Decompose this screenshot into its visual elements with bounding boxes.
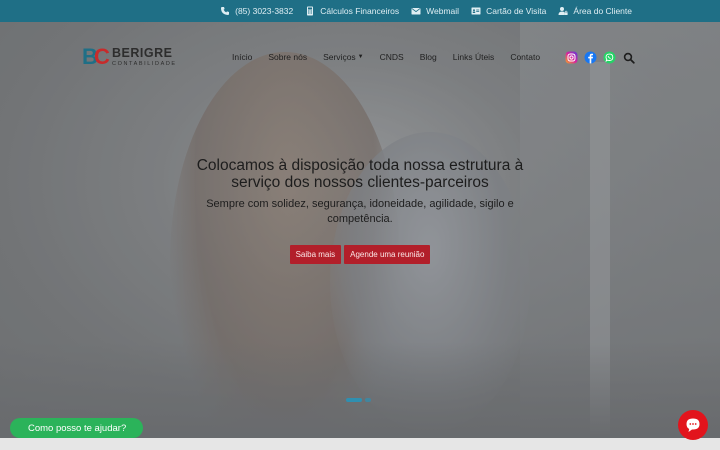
hero-buttons: Saiba mais Agende uma reunião (190, 245, 530, 264)
bottom-strip (0, 438, 720, 450)
chat-icon (686, 418, 700, 432)
calculator-icon (307, 6, 314, 16)
id-card-icon (471, 7, 481, 15)
top-contact-bar: (85) 3023-3832 Cálculos Financeiros Webm… (0, 0, 720, 22)
calc-text: Cálculos Financeiros (320, 6, 400, 16)
webmail-link[interactable]: Webmail (411, 6, 459, 16)
schedule-meeting-button[interactable]: Agende uma reunião (344, 245, 431, 264)
phone-text: (85) 3023-3832 (235, 6, 294, 16)
chat-bubble-button[interactable] (678, 410, 708, 440)
hero-subtitle: Sempre com solidez, segurança, idoneidad… (206, 198, 514, 225)
carousel-dot[interactable] (365, 398, 371, 402)
calc-link[interactable]: Cálculos Financeiros (305, 6, 399, 16)
mail-icon (411, 8, 421, 15)
nav-item-inicio[interactable]: Início (232, 52, 252, 62)
webmail-text: Webmail (426, 6, 460, 16)
logo-mark-c: C (94, 44, 110, 69)
card-link[interactable]: Cartão de Visita (471, 6, 546, 16)
main-menu: Início Sobre nós Serviços ▼ CNDS Blog Li… (232, 52, 540, 62)
learn-more-button[interactable]: Saiba mais (289, 245, 342, 264)
nav-item-contato[interactable]: Contato (510, 52, 540, 62)
hero-content: Colocamos à disposição toda nossa estrut… (190, 157, 530, 264)
nav-item-servicos[interactable]: Serviços ▼ (323, 52, 364, 62)
search-icon[interactable] (622, 51, 635, 64)
nav-item-servicos-label: Serviços (323, 52, 356, 62)
logo-words: BERIGRE CONTABILIDADE (112, 45, 177, 68)
logo-tagline: CONTABILIDADE (112, 60, 177, 67)
main-navbar: B C BERIGRE CONTABILIDADE Início Sobre n… (0, 22, 720, 92)
whatsapp-chat-button[interactable]: Como posso te ajudar? (10, 418, 143, 438)
client-area-link[interactable]: Área do Cliente (558, 6, 632, 16)
carousel-indicators (346, 398, 371, 402)
instagram-icon[interactable] (565, 51, 578, 64)
site-logo[interactable]: B C BERIGRE CONTABILIDADE (82, 42, 182, 72)
user-lock-icon (558, 7, 569, 15)
phone-icon (221, 7, 230, 15)
nav-item-links[interactable]: Links Úteis (453, 52, 495, 62)
whatsapp-icon[interactable] (603, 51, 616, 64)
chevron-down-icon: ▼ (357, 54, 364, 60)
carousel-dot-active[interactable] (346, 398, 362, 402)
client-text: Área do Cliente (573, 6, 632, 16)
phone-link[interactable]: (85) 3023-3832 (220, 6, 293, 16)
social-icons (565, 51, 635, 64)
card-text: Cartão de Visita (486, 6, 547, 16)
nav-item-blog[interactable]: Blog (420, 52, 437, 62)
nav-item-sobre[interactable]: Sobre nós (268, 52, 307, 62)
hero-title: Colocamos à disposição toda nossa estrut… (196, 157, 524, 191)
facebook-icon[interactable] (584, 51, 597, 64)
nav-item-cnds[interactable]: CNDS (380, 52, 404, 62)
chat-pill-label: Como posso te ajudar? (28, 422, 127, 434)
logo-name: BERIGRE (112, 45, 173, 60)
logo-mark: B C (82, 46, 110, 68)
